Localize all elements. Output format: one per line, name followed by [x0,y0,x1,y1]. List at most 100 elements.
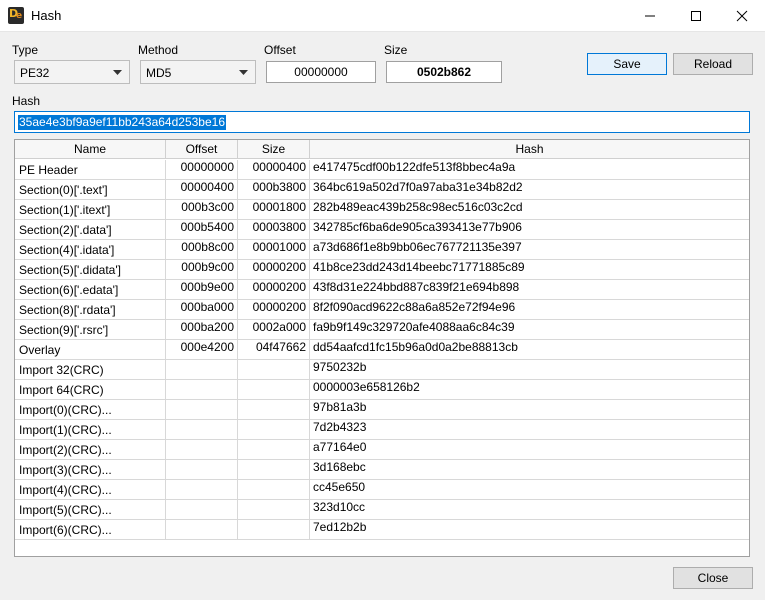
hash-table[interactable]: Name Offset Size Hash PE Header 00000000 0… [14,139,750,557]
cell-hash: 97b81a3b [313,400,367,414]
table-header: Name Offset Size Hash [15,140,749,159]
cell-offset [166,380,238,400]
cell-name: Import(3)(CRC)... [15,460,166,480]
cell-name: Import 64(CRC) [15,380,166,400]
cell-hash: 7d2b4323 [313,420,367,434]
table-row[interactable]: Import(1)(CRC)... 7d2b4323 [15,420,749,440]
cell-size [238,520,310,540]
hash-field-value: 35ae4e3bf9a9ef11bb243a64d253be16 [18,115,226,130]
type-label: Type [12,43,39,57]
cell-offset [166,520,238,540]
cell-hash: a73d686f1e8b9bb06ec767721135e397 [313,240,522,254]
cell-size: 00001000 [238,240,310,260]
column-header-name[interactable]: Name [15,140,166,159]
cell-size: 00000200 [238,300,310,320]
table-row[interactable]: Section(6)['.edata'] 000b9e00 00000200 43f8… [15,280,749,300]
cell-offset: 000e4200 [166,340,238,360]
hash-label: Hash [12,94,41,108]
table-row[interactable]: Import(3)(CRC)... 3d168ebc [15,460,749,480]
cell-name: PE Header [15,160,166,180]
cell-size: 0002a000 [238,320,310,340]
table-row[interactable]: Section(1)['.itext'] 000b3c00 00001800 282b… [15,200,749,220]
table-row[interactable]: Import(5)(CRC)... 323d10cc [15,500,749,520]
column-header-hash[interactable]: Hash [310,140,749,159]
cell-hash: 41b8ce23dd243d14beebc71771885c89 [313,260,525,274]
table-row[interactable]: Section(5)['.didata'] 000b9c00 00000200 41b… [15,260,749,280]
cell-name: Overlay [15,340,166,360]
reload-button[interactable]: Reload [673,53,753,75]
offset-field[interactable]: 00000000 [266,61,376,83]
maximize-button[interactable] [673,0,719,32]
table-row[interactable]: PE Header 00000000 00000400 e417475cdf00b12… [15,160,749,180]
table-row[interactable]: Section(2)['.data'] 000b5400 00003800 34278… [15,220,749,240]
table-row[interactable]: Import 32(CRC) 9750232b [15,360,749,380]
table-row[interactable]: Import(4)(CRC)... cc45e650 [15,480,749,500]
hash-field[interactable]: 35ae4e3bf9a9ef11bb243a64d253be16 [14,111,750,133]
cell-name: Section(0)['.text'] [15,180,166,200]
cell-size: 00001800 [238,200,310,220]
table-row[interactable]: Section(4)['.idata'] 000b8c00 00001000 a73d… [15,240,749,260]
cell-size [238,420,310,440]
save-button[interactable]: Save [587,53,667,75]
size-field[interactable]: 0502b862 [386,61,502,83]
close-window-button[interactable] [719,0,765,32]
cell-offset [166,400,238,420]
cell-name: Import(2)(CRC)... [15,440,166,460]
cell-hash: 282b489eac439b258c98ec516c03c2cd [313,200,523,214]
cell-name: Import(1)(CRC)... [15,420,166,440]
cell-size [238,380,310,400]
chevron-down-icon [239,70,248,75]
cell-offset [166,500,238,520]
table-row[interactable]: Import 64(CRC) 0000003e658126b2 [15,380,749,400]
cell-offset: 000b8c00 [166,240,238,260]
cell-size: 000b3800 [238,180,310,200]
table-row[interactable]: Import(6)(CRC)... 7ed12b2b [15,520,749,540]
die-app-icon: De [8,7,24,24]
cell-offset: 000b3c00 [166,200,238,220]
cell-offset [166,480,238,500]
table-row[interactable]: Section(9)['.rsrc'] 000ba200 0002a000 fa9b9… [15,320,749,340]
type-select[interactable]: PE32 [14,60,130,84]
column-header-size[interactable]: Size [238,140,310,159]
cell-name: Import(4)(CRC)... [15,480,166,500]
cell-hash: 323d10cc [313,500,366,514]
table-row[interactable]: Overlay 000e4200 04f47662 dd54aafcd1fc15b96… [15,340,749,360]
table-row[interactable]: Section(0)['.text'] 00000400 000b3800 364bc… [15,180,749,200]
table-row[interactable]: Import(0)(CRC)... 97b81a3b [15,400,749,420]
method-label: Method [138,43,179,57]
cell-size: 00000200 [238,280,310,300]
cell-hash: 8f2f090acd9622c88a6a852e72f94e96 [313,300,516,314]
cell-size [238,500,310,520]
cell-size [238,400,310,420]
cell-hash: 364bc619a502d7f0a97aba31e34b82d2 [313,180,523,194]
method-select[interactable]: MD5 [140,60,256,84]
column-header-offset[interactable]: Offset [166,140,238,159]
close-button[interactable]: Close [673,567,753,589]
minimize-button[interactable] [627,0,673,32]
cell-name: Import(5)(CRC)... [15,500,166,520]
cell-name: Section(5)['.didata'] [15,260,166,280]
cell-offset: 000b9e00 [166,280,238,300]
cell-hash: cc45e650 [313,480,366,494]
cell-name: Section(9)['.rsrc'] [15,320,166,340]
cell-hash: 9750232b [313,360,367,374]
cell-name: Section(2)['.data'] [15,220,166,240]
cell-offset [166,420,238,440]
cell-name: Import(0)(CRC)... [15,400,166,420]
cell-size [238,480,310,500]
cell-offset [166,460,238,480]
cell-hash: fa9b9f149c329720afe4088aa6c84c39 [313,320,515,334]
table-row[interactable]: Section(8)['.rdata'] 000ba000 00000200 8f2f… [15,300,749,320]
cell-size: 04f47662 [238,340,310,360]
cell-size: 00000400 [238,160,310,180]
table-row[interactable]: Import(2)(CRC)... a77164e0 [15,440,749,460]
cell-offset: 00000000 [166,160,238,180]
cell-offset [166,440,238,460]
cell-offset: 000ba200 [166,320,238,340]
cell-hash: a77164e0 [313,440,367,454]
title-bar[interactable]: De Hash [0,0,765,32]
minimize-icon [645,15,655,17]
window-title: Hash [31,8,62,23]
cell-hash: 43f8d31e224bbd887c839f21e694b898 [313,280,520,294]
close-icon [736,10,748,22]
